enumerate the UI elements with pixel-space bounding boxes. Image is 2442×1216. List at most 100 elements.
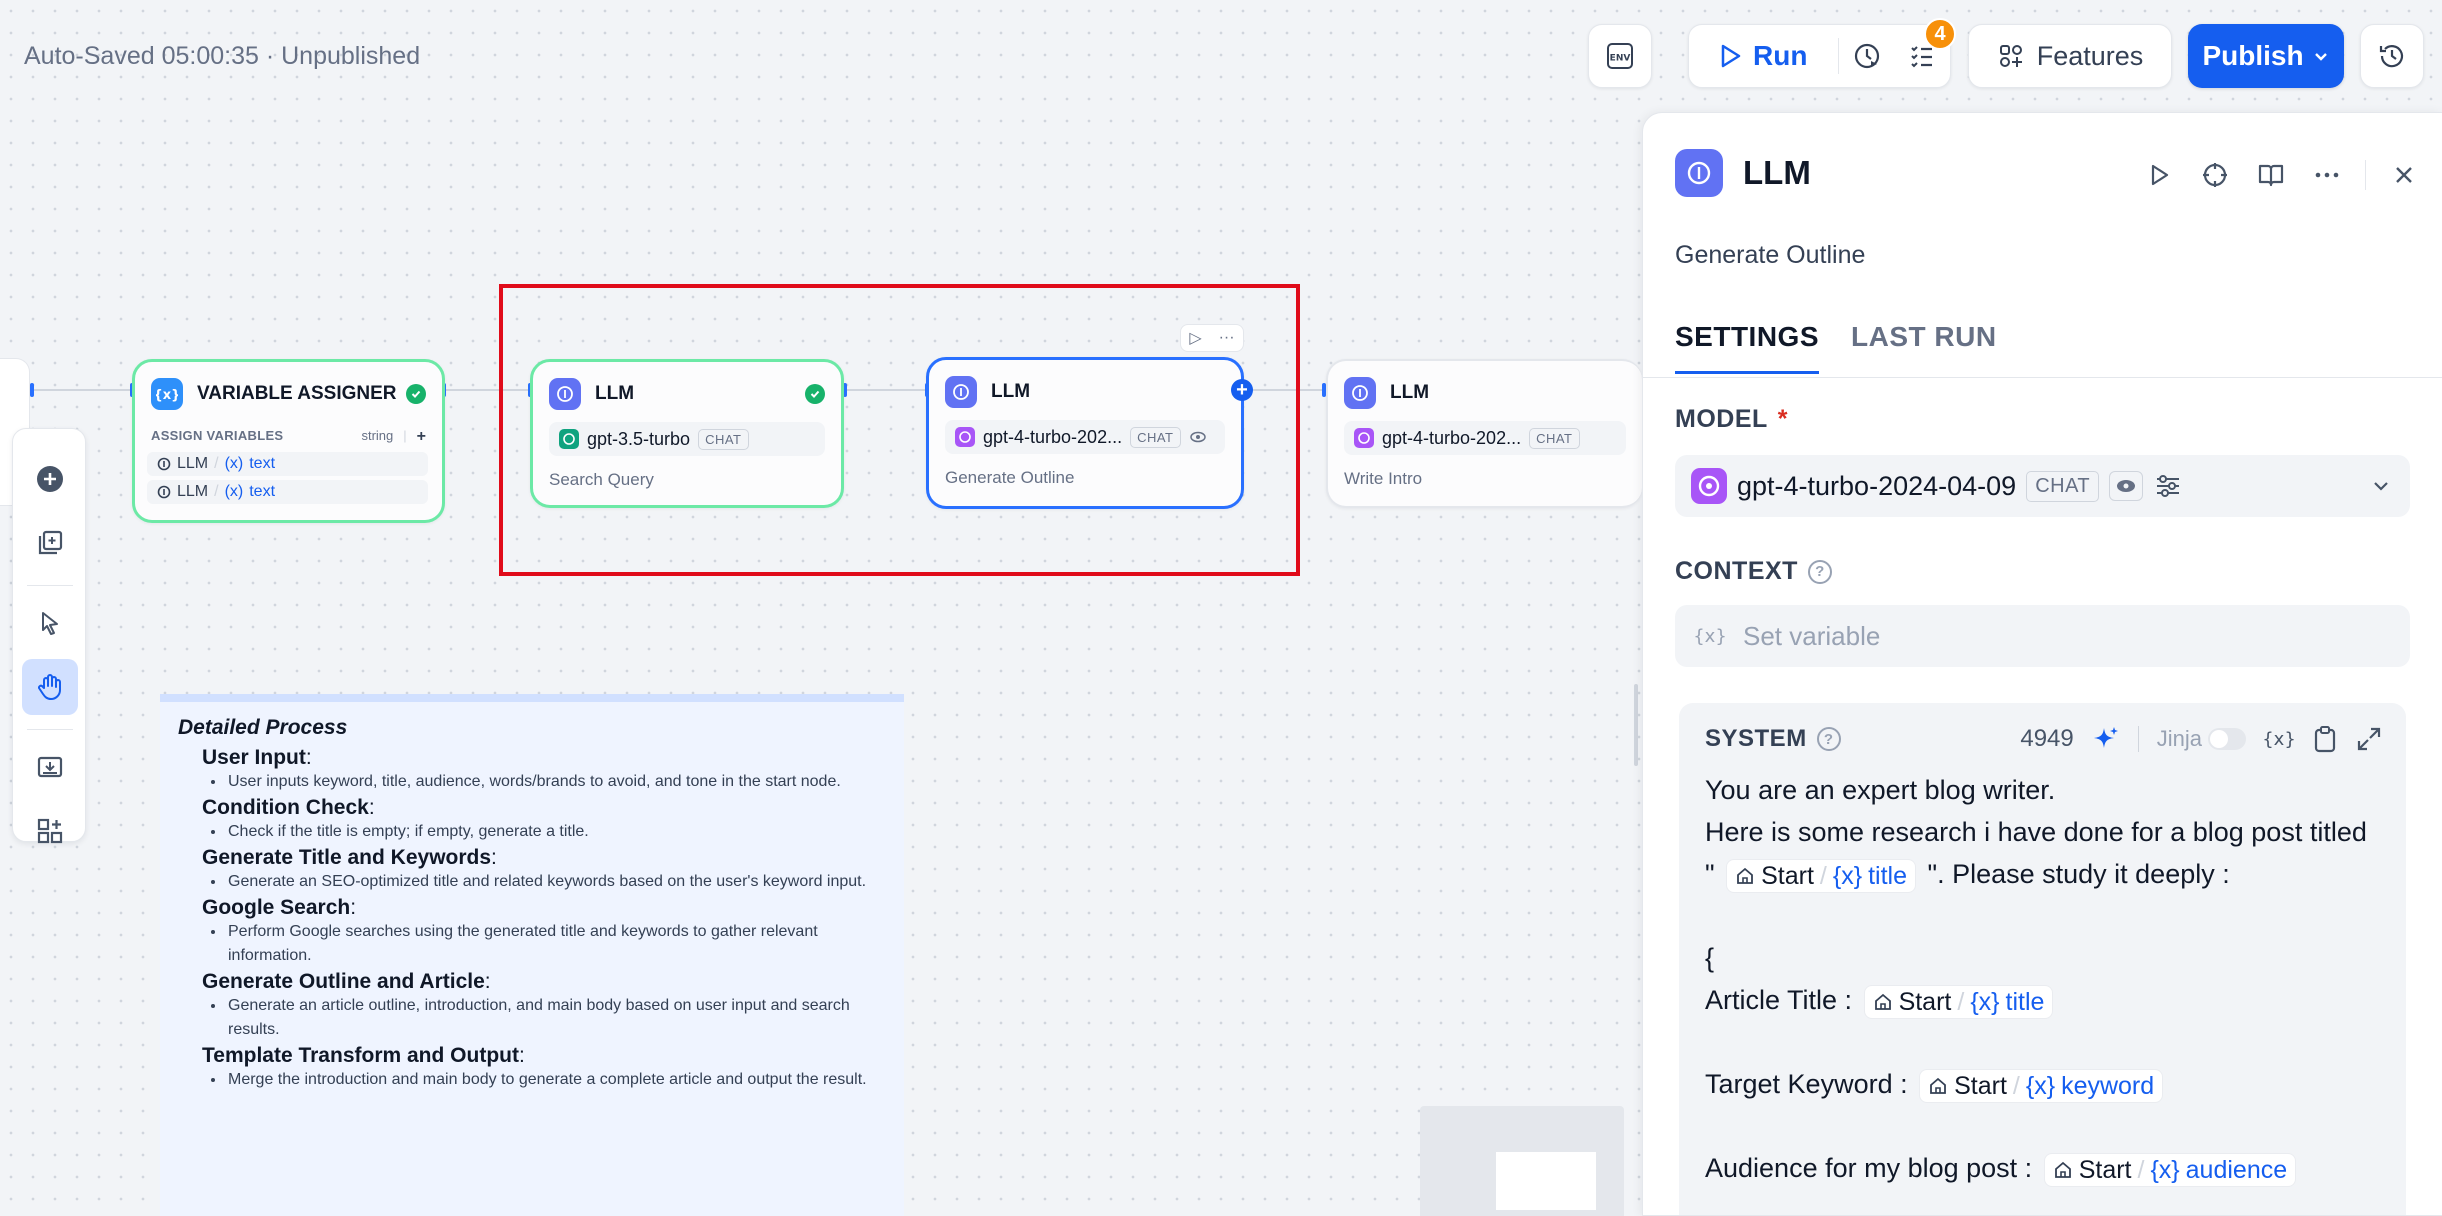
success-check-icon (406, 384, 426, 404)
pointer-tool-button[interactable] (22, 595, 78, 651)
context-section-label: CONTEXT ? (1675, 557, 1832, 586)
chevron-down-icon (2314, 53, 2327, 61)
sparkle-icon[interactable] (2092, 725, 2120, 753)
locate-node-button[interactable] (2197, 157, 2233, 193)
token-count: 4949 (2020, 725, 2074, 752)
node-description: Write Intro (1344, 469, 1423, 488)
export-image-button[interactable] (22, 739, 78, 795)
edge (34, 389, 132, 391)
insert-variable-icon[interactable]: {x} (2264, 726, 2294, 752)
more-icon (2315, 172, 2339, 178)
help-icon[interactable]: ? (1816, 727, 1841, 751)
tool-palette (12, 428, 86, 844)
plus-circle-icon (37, 466, 63, 492)
run-toolbar: Run (1688, 24, 1951, 88)
home-icon (1874, 993, 1891, 1010)
node-title: VARIABLE ASSIGNER (197, 383, 397, 404)
run-step-button[interactable] (2141, 157, 2177, 193)
publish-button[interactable]: Publish (2188, 24, 2344, 88)
assigned-variable-row: LLM / (x) text (147, 452, 428, 476)
features-label: Features (2036, 40, 2144, 71)
openai-icon (1691, 468, 1727, 504)
context-variable-selector[interactable]: {x} Set variable (1675, 605, 2410, 667)
variable-assigner-node[interactable]: {x} VARIABLE ASSIGNER ASSIGN VARIABLES s… (132, 359, 445, 523)
image-export-icon (37, 756, 63, 778)
add-note-button[interactable] (22, 515, 78, 571)
cursor-icon (42, 612, 58, 635)
svg-text:{x}: {x} (1695, 626, 1725, 647)
system-prompt-editor: SYSTEM ? 4949 Jinja {x} You are an exper… (1679, 703, 2406, 1215)
clipboard-icon[interactable] (2312, 725, 2338, 753)
panel-resize-handle[interactable] (1634, 684, 1638, 766)
variable-pill[interactable]: Start / {x} title (1863, 984, 2054, 1019)
play-icon (1721, 44, 1741, 68)
variable-pill[interactable]: Start / {x} audience (2043, 1152, 2297, 1187)
minimap[interactable] (1420, 1106, 1624, 1216)
selection-highlight (499, 284, 1300, 576)
organize-blocks-button[interactable] (22, 803, 78, 859)
home-icon (1930, 1077, 1947, 1094)
note-item: User inputs keyword, title, audience, wo… (226, 770, 886, 794)
system-prompt-text[interactable]: You are an expert blog writer. Here is s… (1705, 769, 2382, 1189)
process-note[interactable]: Detailed Process User Input: User inputs… (160, 694, 904, 1216)
output-handle[interactable] (30, 383, 34, 397)
hand-icon (38, 674, 61, 700)
features-icon (1999, 45, 2022, 67)
system-label: SYSTEM ? (1705, 725, 1841, 753)
assign-variables-label: ASSIGN VARIABLES (151, 428, 284, 443)
model-name: gpt-4-turbo-202... (1382, 427, 1522, 448)
mode-tag: CHAT (1529, 427, 1580, 449)
node-description-field[interactable]: Generate Outline (1675, 241, 1865, 270)
run-history-button[interactable] (1839, 41, 1895, 71)
node-title: LLM (1390, 382, 1430, 403)
note-title: Detailed Process (178, 716, 348, 739)
add-node-button[interactable] (22, 451, 78, 507)
grid-add-icon (37, 818, 63, 844)
hand-tool-button[interactable] (22, 659, 78, 715)
llm-icon (157, 485, 171, 499)
llm-icon (1675, 149, 1723, 197)
model-params-icon[interactable] (2153, 471, 2183, 501)
llm-node-write-intro[interactable]: LLM gpt-4-turbo-202... CHAT Write Intro (1326, 359, 1642, 508)
expand-icon[interactable] (2356, 726, 2382, 752)
docs-button[interactable] (2253, 157, 2289, 193)
tab-settings[interactable]: SETTINGS (1675, 321, 1820, 374)
mode-tag: CHAT (2026, 470, 2100, 502)
jinja-toggle[interactable]: Jinja (2157, 726, 2246, 752)
save-status: Auto-Saved 05:00:35 · Unpublished (24, 42, 421, 70)
help-icon[interactable]: ? (1807, 559, 1832, 584)
chevron-down-icon (2374, 482, 2388, 491)
variable-icon: {x} (1695, 626, 1725, 647)
crosshair-icon (2203, 163, 2227, 187)
more-options-button[interactable] (2309, 157, 2345, 193)
note-item: Merge the introduction and main body to … (226, 1068, 886, 1092)
variable-icon: {x} (151, 378, 183, 410)
context-placeholder: Set variable (1743, 620, 1881, 651)
openai-icon (1354, 428, 1374, 448)
close-panel-button[interactable] (2386, 157, 2422, 193)
llm-icon (1344, 377, 1376, 409)
node-settings-panel: LLM Generate Outline SETTINGS LAST RUN M… (1642, 112, 2442, 1216)
model-select[interactable]: gpt-4-turbo-2024-04-09 CHAT (1675, 455, 2410, 517)
history-icon (2379, 45, 2404, 68)
type-label: string (361, 428, 394, 443)
llm-icon (157, 457, 171, 471)
tab-last-run[interactable]: LAST RUN (1851, 321, 1997, 374)
home-icon (1737, 867, 1754, 884)
note-item: Perform Google searches using the genera… (226, 920, 886, 968)
variable-pill[interactable]: Start / {x} title (1726, 858, 1916, 893)
checklist-badge: 4 (1924, 18, 1956, 50)
version-history-button[interactable] (2360, 24, 2424, 88)
run-button[interactable]: Run (1689, 25, 1838, 87)
assigned-variable-row: LLM / (x) text (147, 480, 428, 504)
play-icon (2151, 164, 2169, 186)
features-button[interactable]: Features (1968, 24, 2172, 88)
env-icon: ENV (1607, 43, 1633, 69)
vision-icon (2109, 471, 2144, 501)
env-button[interactable]: ENV (1588, 24, 1652, 88)
variable-pill[interactable]: Start / {x} keyword (1919, 1068, 2164, 1103)
publish-label: Publish (2202, 40, 2304, 71)
clock-play-icon (1854, 43, 1879, 69)
home-icon (2054, 1161, 2071, 1178)
add-variable-icon[interactable]: + (417, 428, 426, 446)
